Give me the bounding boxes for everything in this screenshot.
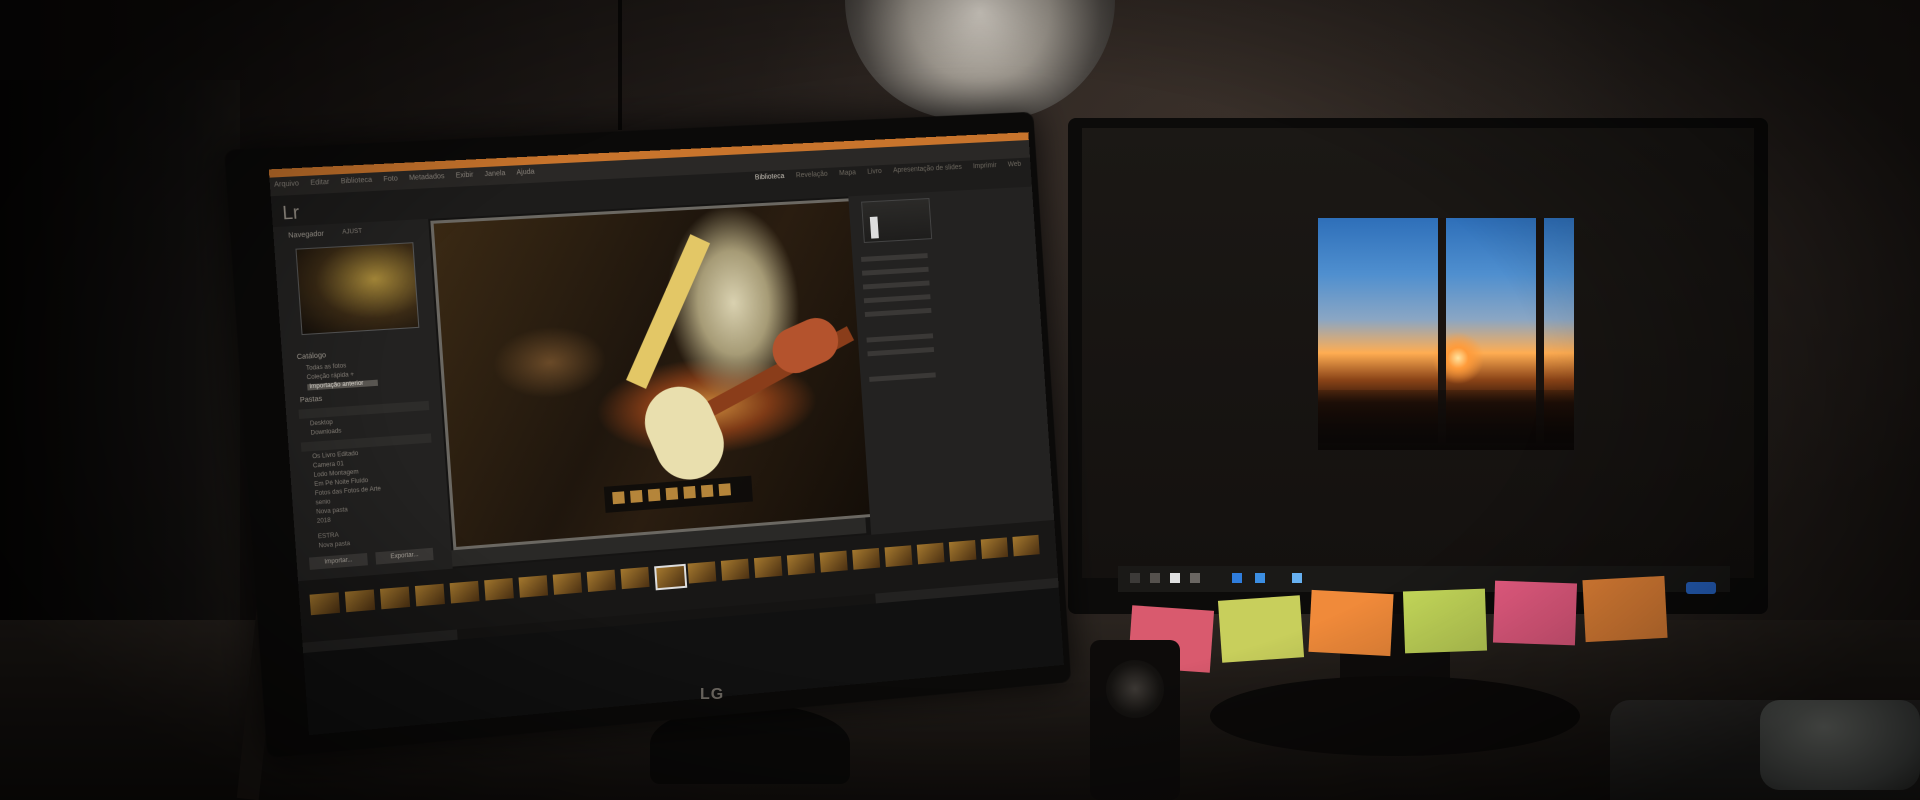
filmstrip-thumbnail[interactable] [553, 572, 582, 594]
cloth [1760, 700, 1920, 790]
menu-item[interactable]: Editar [310, 179, 330, 187]
module-tab[interactable]: Livro [867, 168, 882, 176]
menu-item[interactable]: Metadados [409, 173, 445, 182]
filmstrip-thumbnail[interactable] [587, 570, 616, 592]
menu-item[interactable]: Arquivo [274, 180, 299, 188]
start-icon[interactable] [1130, 573, 1140, 583]
module-tab[interactable]: Apresentação de slides [893, 164, 962, 174]
filmstrip-thumbnail[interactable] [415, 584, 445, 607]
system-tray-icon[interactable] [1686, 582, 1716, 594]
filmstrip-thumbnail[interactable] [380, 587, 410, 610]
sticky-note [1582, 576, 1667, 642]
wallpaper-foreground [1318, 390, 1574, 450]
filmstrip-thumbnail[interactable] [1012, 535, 1039, 557]
filmstrip-thumbnail[interactable] [917, 543, 945, 565]
module-tab[interactable]: Web [1008, 161, 1022, 168]
taskbar-app-icon[interactable] [1150, 573, 1160, 583]
filmstrip-thumbnail[interactable] [484, 578, 514, 601]
sticky-note [1218, 595, 1304, 663]
folders-header[interactable]: Pastas [300, 396, 323, 405]
filmstrip-thumbnail[interactable] [620, 567, 649, 589]
filmstrip-thumbnail[interactable] [981, 537, 1008, 559]
filmstrip-thumbnail[interactable] [450, 581, 480, 604]
filmstrip-thumbnail[interactable] [885, 545, 913, 567]
taskbar-app-icon[interactable] [1170, 573, 1180, 583]
histogram-peak [870, 217, 879, 239]
speaker-cone [1106, 660, 1164, 718]
thumbnail[interactable] [612, 491, 625, 504]
thumbnail[interactable] [683, 486, 696, 499]
thumbnail[interactable] [666, 487, 679, 500]
module-tab[interactable]: Imprimir [973, 162, 997, 170]
filmstrip-thumbnail[interactable] [852, 548, 880, 570]
filmstrip-thumbnail[interactable] [721, 559, 750, 581]
menu-item[interactable]: Biblioteca [341, 177, 373, 186]
filmstrip-thumbnail[interactable] [688, 561, 717, 583]
module-tab[interactable]: Biblioteca [755, 173, 785, 181]
lightroom-window: Arquivo Editar Biblioteca Foto Metadados… [269, 132, 1064, 735]
thumbnail[interactable] [701, 485, 714, 498]
filmstrip-thumbnail[interactable] [310, 592, 341, 615]
taskbar-app-icon[interactable] [1255, 573, 1265, 583]
module-tab[interactable]: Mapa [839, 169, 856, 177]
thumbnail[interactable] [719, 483, 732, 496]
secondary-filmstrip [604, 476, 753, 513]
taskbar-app-icon[interactable] [1190, 573, 1200, 583]
sticky-note [1403, 589, 1487, 654]
folder-item[interactable]: 2018 [317, 518, 331, 525]
filmstrip-thumbnail[interactable] [519, 575, 549, 598]
menu-item[interactable]: Janela [484, 170, 505, 178]
guitar-body [634, 376, 735, 491]
taskbar-app-icon[interactable] [1292, 573, 1302, 583]
monitor-brand-logo: LG [700, 686, 724, 704]
filmstrip-thumbnail[interactable] [949, 540, 977, 562]
right-monitor-base [1210, 676, 1580, 756]
folder-item[interactable]: senio [315, 499, 330, 506]
taskbar-app-icon[interactable] [1232, 573, 1242, 583]
navigator-preview[interactable] [295, 242, 419, 335]
filmstrip-thumbnail[interactable] [345, 589, 375, 612]
lightroom-logo: Lr [282, 202, 300, 225]
menu-item[interactable]: Foto [383, 175, 398, 183]
sticky-note [1308, 590, 1393, 656]
thumbnail[interactable] [648, 489, 661, 502]
filmstrip-thumbnail[interactable] [787, 553, 815, 575]
sticky-note [1493, 581, 1577, 646]
guitar-strap [626, 234, 710, 389]
navigator-fit-option[interactable]: AJUST [342, 229, 362, 236]
thumbnail[interactable] [630, 490, 643, 503]
menu-item[interactable]: Exibir [455, 172, 473, 180]
loupe-photo[interactable] [430, 198, 873, 550]
module-tab[interactable]: Revelação [796, 171, 828, 180]
lamp-cord [618, 0, 622, 130]
filmstrip-thumbnail-selected[interactable] [654, 564, 687, 591]
filmstrip-thumbnail[interactable] [754, 556, 782, 578]
filmstrip-thumbnail[interactable] [820, 551, 848, 573]
menu-item[interactable]: Ajuda [516, 169, 535, 177]
